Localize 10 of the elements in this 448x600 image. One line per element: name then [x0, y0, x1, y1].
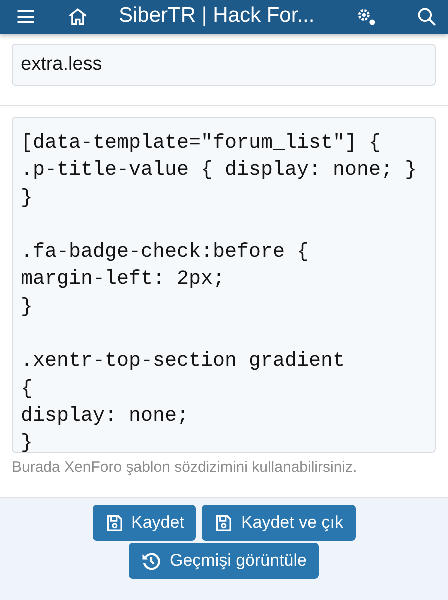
- history-button[interactable]: Geçmişi görüntüle: [128, 543, 319, 579]
- hint-text: Burada XenForo şablon sözdizimini kullanabilirsiniz.: [12, 459, 358, 478]
- home-icon[interactable]: [67, 6, 89, 28]
- save-button[interactable]: Kaydet ve çık: [202, 505, 356, 541]
- filename-field[interactable]: extra.less: [12, 44, 436, 86]
- save-button[interactable]: Kaydet: [92, 505, 196, 541]
- history-icon: [140, 550, 162, 572]
- code-editor[interactable]: [data-template="forum_list"] { .p-title-value { display: none; } } .fa-badge-check:before { margin-left: 2px; } .xentr-top-section gradient { display: none; }: [12, 117, 436, 453]
- search-icon[interactable]: [416, 6, 438, 28]
- site-title[interactable]: SiberTR | Hack For...: [119, 4, 354, 28]
